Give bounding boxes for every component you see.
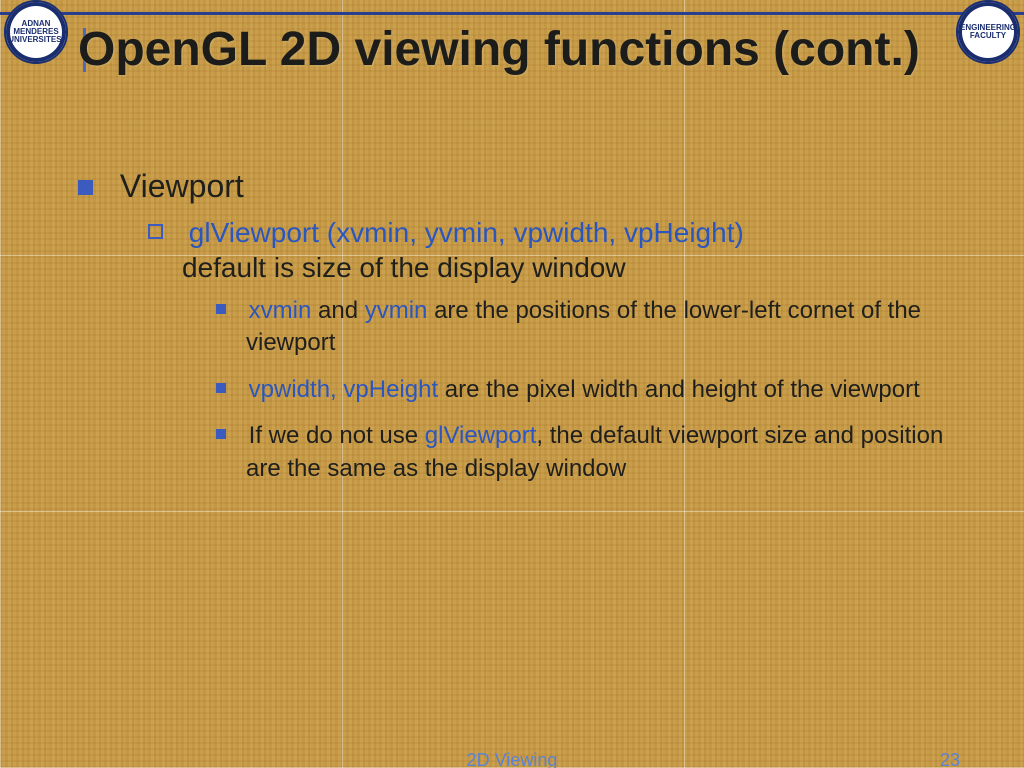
bullet-l1-text: Viewport — [120, 168, 244, 204]
bullet-vpwidth: vpwidth, vpHeight are the pixel width an… — [246, 374, 984, 406]
top-divider — [0, 12, 1024, 15]
bullet-viewport: Viewport glViewport (xvmin, yvmin, vpwid… — [112, 168, 984, 485]
footer-title: 2D Viewing — [0, 750, 1024, 768]
text-default: default is size of the display window — [182, 252, 626, 283]
slide-body: Viewport glViewport (xvmin, yvmin, vpwid… — [78, 168, 984, 499]
kw-glviewport2: glViewport — [425, 422, 537, 449]
faculty-logo-right: ENGINEERING FACULTY — [956, 0, 1020, 64]
t-ifwe: If we do not use — [249, 422, 425, 449]
slide-title: OpenGL 2D viewing functions (cont.) — [78, 22, 946, 77]
university-logo-left: ADNAN MENDERES UNIVERSITESI — [4, 0, 68, 64]
kw-yvmin: yvmin — [365, 297, 428, 324]
t-and: and — [311, 297, 364, 324]
logo-text-right: ENGINEERING FACULTY — [958, 24, 1018, 40]
kw-xvmin: xvmin — [249, 297, 312, 324]
page-number: 23 — [940, 750, 960, 768]
bullet-default: If we do not use glViewport, the default… — [246, 420, 984, 485]
t-pixelwh: are the pixel width and height of the vi… — [438, 376, 920, 403]
bullet-xvmin: xvmin and yvmin are the positions of the… — [246, 295, 984, 360]
logo-text-left: ADNAN MENDERES UNIVERSITESI — [6, 20, 66, 44]
code-glviewport: glViewport (xvmin, yvmin, vpwidth, vpHei… — [189, 217, 744, 248]
slide: ADNAN MENDERES UNIVERSITESI ENGINEERING … — [0, 0, 1024, 768]
kw-vpwidth: vpwidth, vpHeight — [249, 376, 438, 403]
bullet-glviewport: glViewport (xvmin, yvmin, vpwidth, vpHei… — [182, 215, 984, 485]
